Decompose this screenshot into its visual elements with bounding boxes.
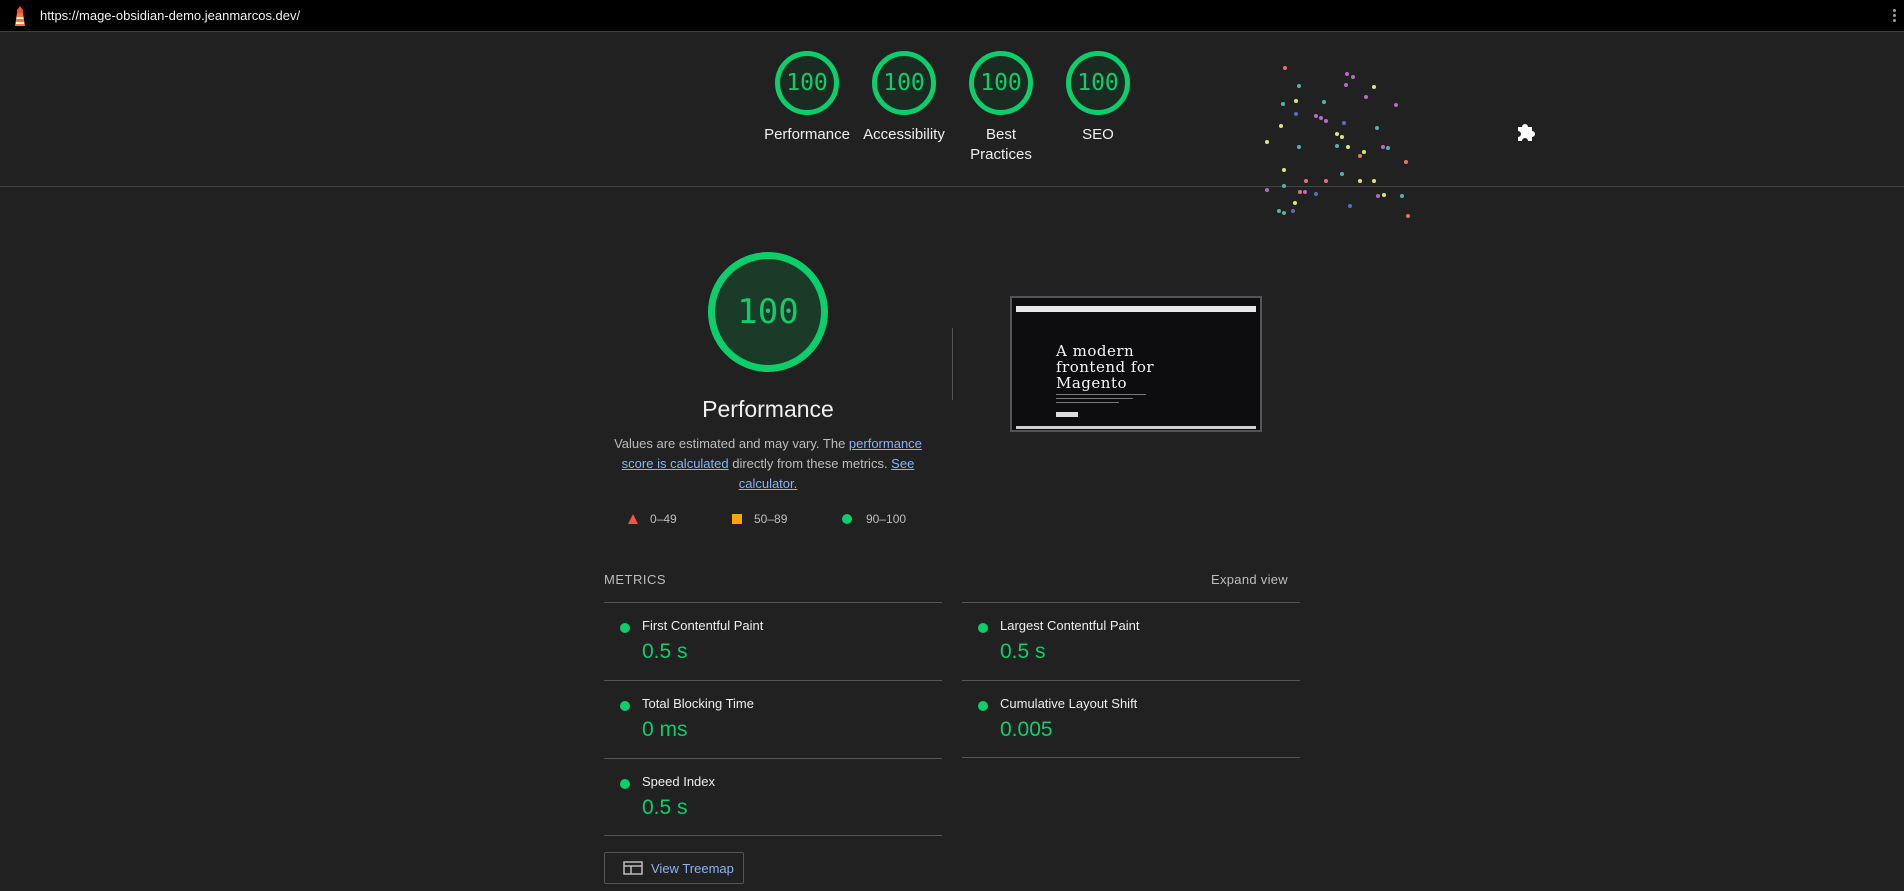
view-treemap-button[interactable]: View Treemap <box>604 852 744 884</box>
pass-circle-icon <box>842 514 852 524</box>
hero-line: frontend for <box>1056 358 1155 376</box>
expand-view-toggle[interactable]: Expand view <box>1211 572 1288 587</box>
metric-total-blocking-time: Total Blocking Time 0 ms <box>604 680 942 758</box>
performance-score-gauge: 100 <box>708 252 828 372</box>
treemap-icon <box>623 861 643 875</box>
more-menu-icon[interactable] <box>1890 8 1898 24</box>
hero-line: A modern <box>1056 342 1135 360</box>
fail-triangle-icon <box>628 514 638 524</box>
metric-value: 0.5 s <box>642 640 688 663</box>
legend-average-label: 50–89 <box>754 512 788 526</box>
thumbnail-button <box>1056 412 1078 417</box>
thumbnail-hero-text: A modern frontend for Magento <box>1056 343 1154 391</box>
thumbnail-body-text <box>1056 394 1146 406</box>
metric-largest-contentful-paint: Largest Contentful Paint 0.5 s <box>962 602 1300 680</box>
final-screenshot-thumbnail[interactable]: A modern frontend for Magento <box>1010 296 1262 432</box>
pass-circle-icon <box>978 701 988 711</box>
legend-pass: 90–100 <box>842 512 906 526</box>
gauge-accessibility[interactable]: 100 Accessibility <box>854 51 954 145</box>
gauge-score: 100 <box>969 51 1033 115</box>
thumbnail-nav-bar <box>1016 306 1256 312</box>
metric-name: Cumulative Layout Shift <box>1000 696 1138 711</box>
legend-fail: 0–49 <box>628 512 677 526</box>
confetti-decoration <box>1265 66 1410 218</box>
metric-name: Largest Contentful Paint <box>1000 618 1140 633</box>
pass-circle-icon <box>620 779 630 789</box>
gauge-score: 100 <box>775 51 839 115</box>
top-bar: https://mage-obsidian-demo.jeanmarcos.de… <box>0 0 1904 32</box>
score-header: 100 Performance 100 Accessibility 100 Be… <box>0 33 1904 187</box>
metric-cumulative-layout-shift: Cumulative Layout Shift 0.005 <box>962 680 1300 758</box>
legend-average: 50–89 <box>732 512 787 526</box>
metric-speed-index: Speed Index 0.5 s <box>604 758 942 836</box>
gauge-seo[interactable]: 100 SEO <box>1048 51 1148 145</box>
hero-line: Magento <box>1056 374 1127 392</box>
gauge-label: Performance <box>764 126 850 143</box>
page-url[interactable]: https://mage-obsidian-demo.jeanmarcos.de… <box>40 8 300 23</box>
score-legend: 0–49 50–89 90–100 <box>628 512 928 528</box>
view-treemap-label: View Treemap <box>651 860 734 876</box>
metric-name: First Contentful Paint <box>642 618 764 633</box>
desc-prefix: Values are estimated and may vary. The <box>614 436 849 451</box>
gauge-label: Best Practices <box>970 126 1032 163</box>
gauge-score: 100 <box>872 51 936 115</box>
metric-divider <box>962 757 1300 758</box>
vertical-divider <box>952 328 953 400</box>
lighthouse-logo-icon <box>15 6 25 26</box>
metric-first-contentful-paint: First Contentful Paint 0.5 s <box>604 602 942 680</box>
metrics-title: METRICS <box>604 572 666 587</box>
performance-description: Values are estimated and may vary. The p… <box>608 434 928 494</box>
metric-value: 0 ms <box>642 718 688 741</box>
gauge-label: Accessibility <box>863 126 945 143</box>
metric-value: 0.005 <box>1000 718 1053 741</box>
gauge-label: SEO <box>1082 126 1114 143</box>
pass-circle-icon <box>978 623 988 633</box>
gauge-performance[interactable]: 100 Performance <box>757 51 857 145</box>
metric-divider <box>604 835 942 836</box>
metric-name: Speed Index <box>642 774 716 789</box>
gauge-best-practices[interactable]: 100 Best Practices <box>951 51 1051 165</box>
performance-title: Performance <box>702 396 834 422</box>
legend-fail-label: 0–49 <box>650 512 677 526</box>
pass-circle-icon <box>620 701 630 711</box>
gauge-score: 100 <box>1066 51 1130 115</box>
puzzle-piece-icon[interactable] <box>1512 119 1540 147</box>
pass-circle-icon <box>620 623 630 633</box>
metrics-header: METRICS Expand view <box>604 572 1302 592</box>
thumbnail-footer-bar <box>1016 426 1256 429</box>
metric-value: 0.5 s <box>1000 640 1046 663</box>
metric-value: 0.5 s <box>642 796 688 819</box>
metric-name: Total Blocking Time <box>642 696 754 711</box>
desc-middle: directly from these metrics. <box>728 456 892 471</box>
legend-pass-label: 90–100 <box>866 512 907 526</box>
average-square-icon <box>732 514 742 524</box>
